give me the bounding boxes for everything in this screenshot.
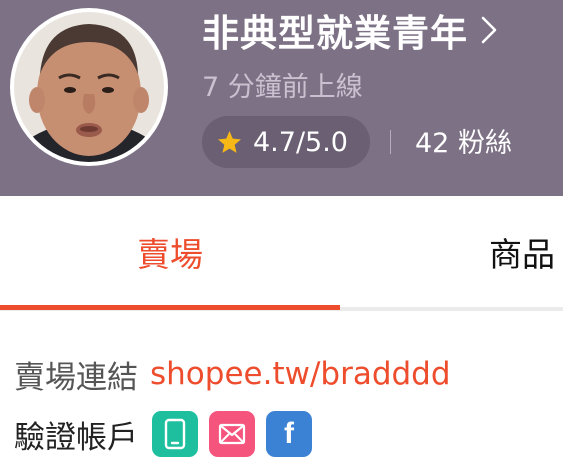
verified-account-row: 驗證帳戶 f [14,408,312,460]
shop-header: 非典型就業青年 7 分鐘前上線 4.7/5.0 42 粉絲 [0,0,563,196]
chevron-right-icon [481,16,497,44]
shop-avatar[interactable] [10,8,168,166]
phone-verified-badge[interactable] [152,411,198,457]
phone-icon [164,418,186,450]
shop-link-url[interactable]: shopee.tw/bradddd [150,356,451,392]
facebook-icon: f [284,417,294,450]
avatar-image [14,12,164,162]
star-icon [218,130,241,153]
email-verified-badge[interactable] [209,411,255,457]
active-tab-indicator [0,305,340,310]
last-online-status: 7 分鐘前上線 [202,72,363,103]
shop-name-link[interactable]: 非典型就業青年 [202,6,500,55]
rating-value: 4.7/5.0 [253,126,348,158]
shop-link-row: 賣場連結 shopee.tw/bradddd [14,350,451,398]
shop-name: 非典型就業青年 [202,12,468,55]
tab-products[interactable]: 商品 [340,196,563,307]
shop-tabs: 賣場 商品 [0,196,563,311]
verified-account-label: 驗證帳戶 [14,419,138,456]
shop-link-label: 賣場連結 [14,359,138,396]
tab-shop[interactable]: 賣場 [0,196,340,307]
rating-badge: 4.7/5.0 [202,116,370,168]
facebook-verified-badge[interactable]: f [266,411,312,457]
stats-divider [390,130,391,154]
followers-count[interactable]: 42 粉絲 [415,121,512,160]
email-icon [218,423,246,445]
